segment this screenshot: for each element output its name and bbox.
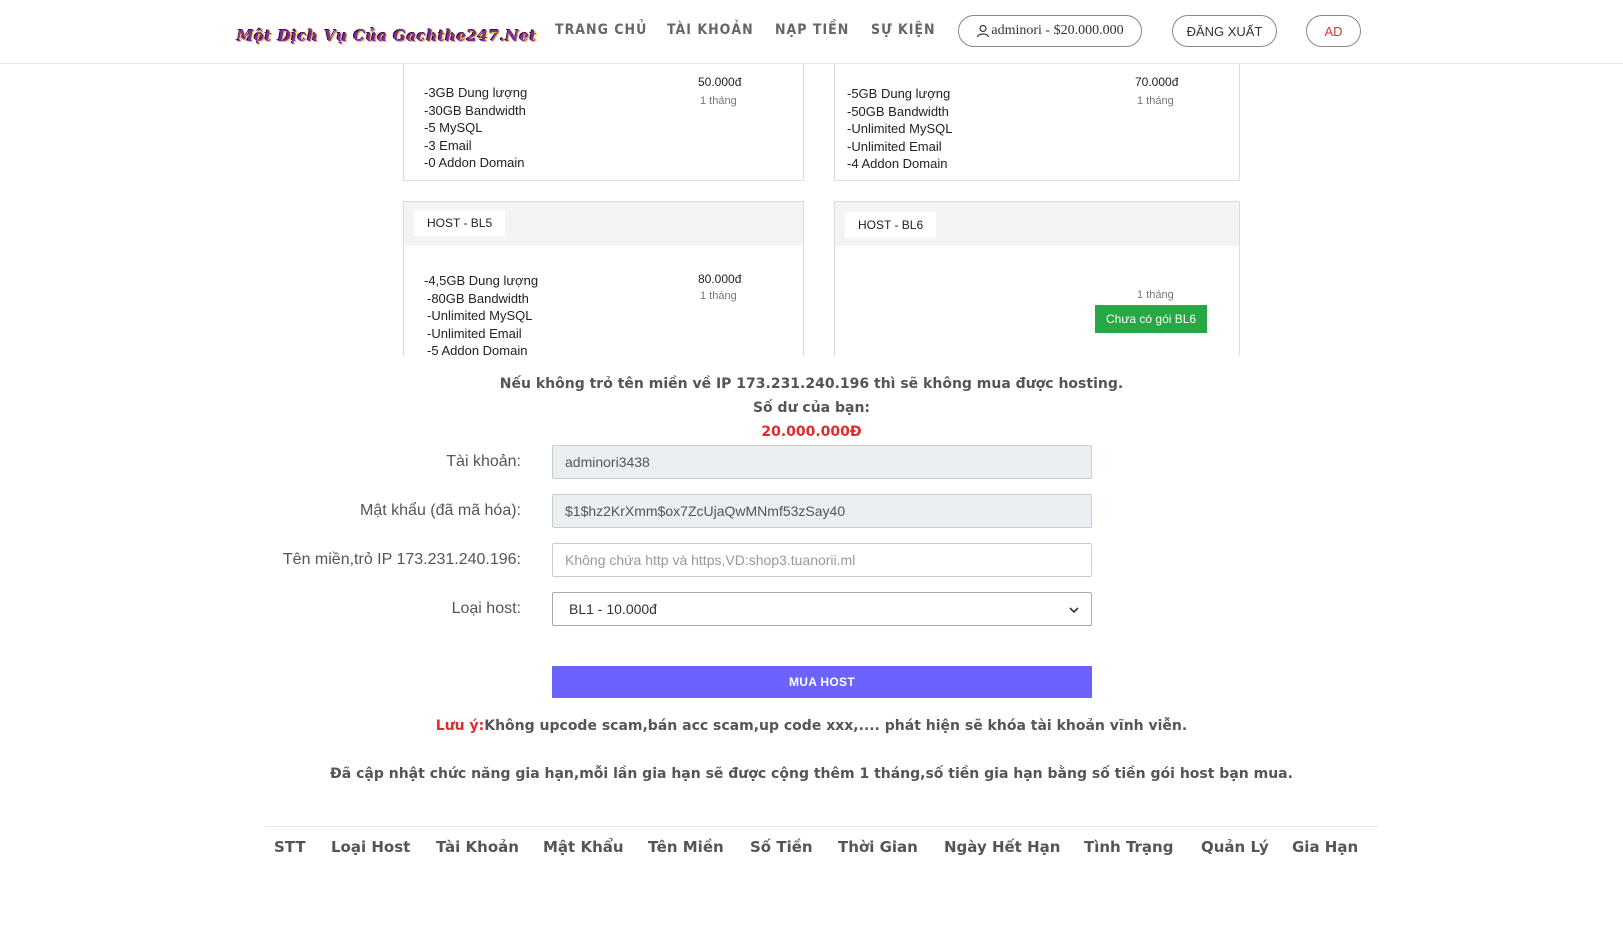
host-type-select[interactable]: BL1 - 10.000đ xyxy=(552,592,1092,626)
th-host-type: Loại Host xyxy=(331,838,411,856)
logout-label: ĐĂNG XUẤT xyxy=(1186,23,1263,39)
nav-account[interactable]: TÀI KHOẢN xyxy=(667,22,754,38)
host-card-bl6: HOST - BL6 1 tháng Chưa có gói BL6 xyxy=(834,201,1240,356)
feature-item: -50GB Bandwidth xyxy=(847,103,949,119)
feature-item: -5 Addon Domain xyxy=(427,343,528,358)
price: 70.000đ xyxy=(1135,75,1179,89)
th-time: Thời Gian xyxy=(838,838,918,856)
logout-button[interactable]: ĐĂNG XUẤT xyxy=(1172,15,1277,47)
logo-text: Một Dịch Vụ Của Gachthe247.Net xyxy=(237,27,537,45)
th-renew: Gia Hạn xyxy=(1292,838,1359,856)
feature-item: -Unlimited MySQL xyxy=(847,121,953,136)
note-text: Không upcode scam,bán acc scam,up code x… xyxy=(484,718,1188,734)
feature-item: -3GB Dung lượng xyxy=(424,85,528,100)
ip-warning: Nếu không trỏ tên miền về IP 173.231.240… xyxy=(499,376,1124,392)
account-label: Tài khoản: xyxy=(446,453,521,470)
card-title: HOST - BL6 xyxy=(845,212,937,238)
th-status: Tình Trạng xyxy=(1084,838,1174,856)
feature-item: -4,5GB Dung lượng xyxy=(424,273,539,288)
feature-item: -Unlimited Email xyxy=(427,325,522,341)
th-domain: Tên Miền xyxy=(648,838,724,856)
domain-label: Tên miền,trỏ IP 173.231.240.196: xyxy=(282,551,521,568)
password-label: Mật khẩu (đã mã hóa): xyxy=(360,502,521,519)
user-balance-label: adminori - $20.000.000 xyxy=(991,23,1124,38)
ad-button[interactable]: AD xyxy=(1306,15,1361,47)
feature-item: -80GB Bandwidth xyxy=(427,290,529,306)
nav-home[interactable]: TRANG CHỦ xyxy=(555,22,647,38)
period: 1 tháng xyxy=(700,95,737,107)
th-manage: Quản Lý xyxy=(1201,838,1269,856)
feature-item: -5 MySQL xyxy=(424,120,483,135)
price: 50.000đ xyxy=(698,75,742,89)
balance-value: 20.000.000Đ xyxy=(761,424,862,440)
top-navbar: Một Dịch Vụ Của Gachthe247.Net TRANG CHỦ… xyxy=(0,0,1623,64)
th-password: Mật Khẩu xyxy=(543,838,624,856)
user-balance-button[interactable]: adminori - $20.000.000 xyxy=(958,15,1142,47)
period: 1 tháng xyxy=(700,290,737,302)
feature-item: -0 Addon Domain xyxy=(424,155,525,170)
feature-item: -Unlimited Email xyxy=(847,138,942,154)
feature-list: -4,5GB Dung lượng -80GB Bandwidth -Unlim… xyxy=(424,272,538,360)
card-header: HOST - BL5 xyxy=(404,202,803,246)
table-top-border xyxy=(266,826,1378,827)
host-card-bl3: -3GB Dung lượng -30GB Bandwidth -5 MySQL… xyxy=(403,64,804,181)
nav-events[interactable]: SỰ KIỆN xyxy=(871,22,936,38)
balance-label: Số dư của bạn: xyxy=(752,400,871,416)
host-type-label: Loại host: xyxy=(451,600,521,617)
buy-host-button[interactable]: MUA HOST xyxy=(552,666,1092,698)
period: 1 tháng xyxy=(1137,95,1174,107)
renewal-update-note: Đã cập nhật chức năng gia hạn,mỗi lần gi… xyxy=(330,766,1293,782)
nav-deposit[interactable]: NẠP TIỀN xyxy=(775,22,849,38)
host-card-bl4: -5GB Dung lượng -50GB Bandwidth -Unlimit… xyxy=(834,64,1240,181)
th-expiry-date: Ngày Hết Hạn xyxy=(944,838,1061,856)
feature-item: -5GB Dung lượng xyxy=(847,86,951,101)
th-amount: Số Tiền xyxy=(750,838,813,856)
account-input[interactable] xyxy=(552,445,1092,479)
feature-list: -3GB Dung lượng -30GB Bandwidth -5 MySQL… xyxy=(424,84,527,172)
th-stt: STT xyxy=(274,838,306,856)
feature-item: -Unlimited MySQL xyxy=(427,308,533,323)
feature-item: -30GB Bandwidth xyxy=(424,102,526,118)
password-input[interactable] xyxy=(552,494,1092,528)
note-prefix: Lưu ý: xyxy=(435,718,485,734)
th-account: Tài Khoản xyxy=(436,838,519,856)
note-line: Lưu ý:Không upcode scam,bán acc scam,up … xyxy=(0,718,1623,734)
host-type-value: BL1 - 10.000đ xyxy=(569,601,657,617)
feature-item: -4 Addon Domain xyxy=(847,156,948,171)
period: 1 tháng xyxy=(1137,289,1174,301)
chevron-down-icon xyxy=(1069,601,1079,617)
host-card-bl5: HOST - BL5 -4,5GB Dung lượng -80GB Bandw… xyxy=(403,201,804,358)
feature-list: -5GB Dung lượng -50GB Bandwidth -Unlimit… xyxy=(847,85,952,173)
no-bl6-package-button[interactable]: Chưa có gói BL6 xyxy=(1095,305,1208,333)
price: 80.000đ xyxy=(698,272,742,286)
feature-item: -3 Email xyxy=(424,137,472,153)
card-title: HOST - BL5 xyxy=(414,210,506,236)
user-icon xyxy=(976,24,990,38)
site-logo[interactable]: Một Dịch Vụ Của Gachthe247.Net xyxy=(237,24,537,48)
domain-input[interactable] xyxy=(552,543,1092,577)
card-header: HOST - BL6 xyxy=(835,202,1239,246)
ad-label: AD xyxy=(1324,23,1343,39)
